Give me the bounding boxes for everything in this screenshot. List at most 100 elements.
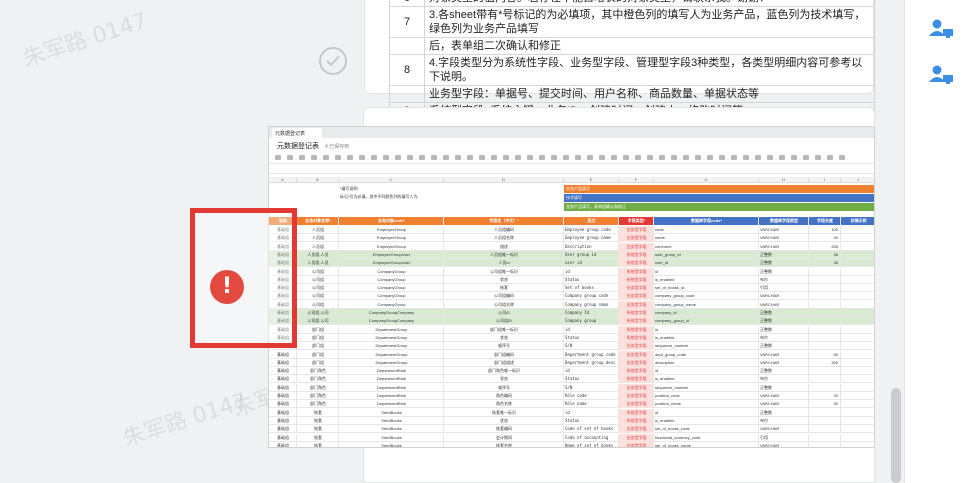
table-cell[interactable]: SetofBooks	[339, 441, 444, 447]
table-cell[interactable]: id	[564, 325, 619, 334]
table-cell[interactable]: 人员组	[297, 242, 339, 251]
toolbar-button[interactable]	[347, 155, 353, 160]
table-cell[interactable]: company_group_id	[654, 317, 759, 326]
table-cell[interactable]: 人员组	[297, 226, 339, 234]
table-cell[interactable]: comment	[654, 242, 759, 251]
table-cell[interactable]: user id	[564, 259, 619, 268]
table-cell[interactable]: 部门角色	[297, 392, 339, 400]
table-cell[interactable]: id	[654, 267, 759, 276]
table-cell[interactable]: EmployeeGroup	[339, 242, 444, 251]
table-cell[interactable]: id	[564, 408, 619, 417]
table-cell[interactable]: 系统型字段	[619, 367, 654, 376]
toolbar-button[interactable]	[467, 155, 473, 160]
table-cell[interactable]: 基础组	[269, 433, 297, 442]
table-cell[interactable]	[809, 441, 841, 447]
table-cell[interactable]: company_group_name	[654, 300, 759, 309]
table-cell[interactable]: 公司组唯一标识	[444, 267, 564, 276]
table-cell[interactable]	[841, 309, 874, 317]
toolbar-button[interactable]	[479, 155, 485, 160]
table-cell[interactable]: 公司组名称	[444, 300, 564, 309]
toolbar-button[interactable]	[743, 155, 749, 160]
table-cell[interactable]: 正整数	[759, 408, 809, 417]
table-cell[interactable]: 业务型字段	[619, 284, 654, 293]
table-cell[interactable]: 正整数	[759, 383, 809, 392]
table-cell[interactable]: User group id	[564, 250, 619, 259]
table-cell[interactable]: 公司组	[297, 275, 339, 284]
table-cell[interactable]: 业务型字段	[619, 300, 654, 309]
table-cell[interactable]: CompanyGroup	[339, 300, 444, 309]
table-cell[interactable]	[809, 425, 841, 434]
table-cell[interactable]: 基础组	[269, 383, 297, 392]
table-cell[interactable]	[809, 408, 841, 417]
table-cell[interactable]	[841, 284, 874, 292]
table-cell[interactable]: 255	[809, 242, 841, 251]
table-cell[interactable]: EmployeeGroupUser	[339, 250, 444, 259]
toolbar-button[interactable]	[287, 155, 293, 160]
toolbar-button[interactable]	[383, 155, 389, 160]
table-cell[interactable]	[809, 383, 841, 392]
toolbar-button[interactable]	[707, 155, 713, 160]
table-cell[interactable]	[841, 326, 874, 334]
table-cell[interactable]: SetofBooks	[339, 408, 444, 417]
table-cell[interactable]: 业务型字段	[619, 441, 654, 447]
table-cell[interactable]: set_of_books_name	[654, 441, 759, 447]
table-cell[interactable]: 部门组唯一标识	[444, 325, 564, 334]
column-header[interactable]: 字段名（中文）*	[444, 217, 564, 225]
toolbar-button[interactable]	[311, 155, 317, 160]
toolbar-button[interactable]	[767, 155, 773, 160]
table-cell[interactable]: DepartmentGroup	[339, 342, 444, 351]
table-cell[interactable]: 部门角色	[297, 400, 339, 409]
table-cell[interactable]: 人员id	[444, 259, 564, 268]
table-cell[interactable]: 基础组	[269, 375, 297, 384]
table-cell[interactable]	[841, 375, 874, 383]
table-cell[interactable]	[841, 351, 874, 359]
table-cell[interactable]: sequence_number	[654, 342, 759, 351]
table-cell[interactable]: 账套	[297, 425, 339, 434]
table-cell[interactable]: 人员组	[297, 234, 339, 243]
table-cell[interactable]: 公司组	[297, 292, 339, 301]
table-cell[interactable]: 状态	[444, 333, 564, 342]
table-cell[interactable]: id	[654, 408, 759, 417]
table-cell[interactable]: DepartmentRole	[339, 400, 444, 409]
table-cell[interactable]: 账套	[297, 416, 339, 425]
toolbar-button[interactable]	[791, 155, 797, 160]
toolbar-button[interactable]	[611, 155, 617, 160]
toolbar-button[interactable]	[539, 155, 545, 160]
table-cell[interactable]: set_of_books_id	[654, 284, 759, 293]
table-cell[interactable]: 公司组ID	[444, 317, 564, 326]
table-cell[interactable]: 基础组	[269, 367, 297, 376]
table-cell[interactable]: is_enabled	[654, 375, 759, 384]
table-cell[interactable]: is_enabled	[654, 275, 759, 284]
table-cell[interactable]: CompanyGroup	[339, 284, 444, 293]
table-cell[interactable]	[841, 392, 874, 400]
table-cell[interactable]: 布尔	[759, 333, 809, 342]
table-cell[interactable]: Code of accounting	[564, 433, 619, 442]
toolbar-button[interactable]	[635, 155, 641, 160]
table-cell[interactable]	[841, 442, 874, 447]
table-cell[interactable]: EmployeeGroup	[339, 234, 444, 243]
table-cell[interactable]: CompanyGroupCompany	[339, 317, 444, 326]
table-cell[interactable]: 账套编码	[444, 425, 564, 434]
table-cell[interactable]: 业务型字段	[619, 234, 654, 243]
table-cell[interactable]: 业务型字段	[619, 433, 654, 442]
table-cell[interactable]: Role code	[564, 392, 619, 400]
table-cell[interactable]: user_group_id	[654, 250, 759, 259]
table-cell[interactable]: 20	[809, 392, 841, 400]
table-cell[interactable]: 部门角色	[297, 383, 339, 392]
column-letter[interactable]: I	[809, 177, 841, 183]
table-cell[interactable]: DepartmentGroup	[339, 333, 444, 342]
toolbar-button[interactable]	[443, 155, 449, 160]
table-cell[interactable]: user_id	[654, 259, 759, 268]
column-letter[interactable]: G	[654, 177, 759, 183]
toolbar-button[interactable]	[431, 155, 437, 160]
table-cell[interactable]	[809, 367, 841, 376]
table-cell[interactable]: Status	[564, 375, 619, 384]
column-header[interactable]: 业务对象code*	[339, 217, 444, 225]
table-cell[interactable]: VARCHAR	[759, 358, 809, 367]
table-cell[interactable]: 系统型字段	[619, 333, 654, 342]
table-cell[interactable]	[841, 367, 874, 375]
table-cell[interactable]: EmployeeGroupUser	[339, 259, 444, 268]
table-cell[interactable]: company_id	[654, 309, 759, 317]
table-cell[interactable]: VARCHAR	[759, 392, 809, 400]
table-cell[interactable]: Set of books	[564, 284, 619, 293]
